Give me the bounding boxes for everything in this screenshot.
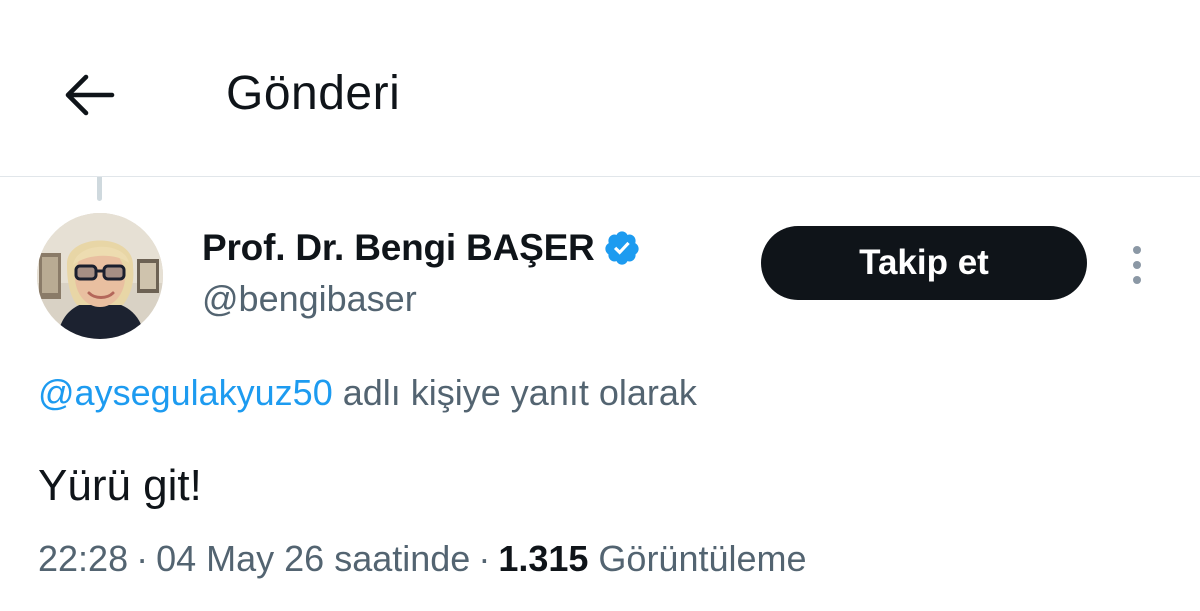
follow-button[interactable]: Takip et: [761, 226, 1087, 300]
more-vertical-icon-dot: [1133, 261, 1141, 269]
more-options-button[interactable]: [1120, 238, 1154, 292]
tweet-date-link[interactable]: 04 May 26 saatinde: [156, 538, 470, 579]
arrow-left-icon: [65, 74, 115, 116]
author-display-name: Prof. Dr. Bengi BAŞER: [202, 227, 595, 268]
top-bar: Gönderi: [0, 0, 1200, 177]
verified-badge-icon: [604, 231, 639, 265]
views-count: 1.315: [498, 538, 589, 579]
more-vertical-icon-dot: [1133, 276, 1141, 284]
tweet-text: Yürü git!: [38, 461, 202, 510]
meta-separator: ·: [136, 538, 149, 579]
back-button[interactable]: [48, 60, 128, 130]
thread-connector-line: [97, 177, 102, 201]
author-handle[interactable]: @bengibaser: [202, 278, 417, 320]
meta-separator: ·: [478, 538, 491, 579]
avatar[interactable]: [37, 213, 163, 339]
more-vertical-icon-dot: [1133, 246, 1141, 254]
reply-context-suffix: adlı kişiye yanıt olarak: [342, 372, 697, 413]
views-label: Görüntüleme: [598, 538, 807, 579]
profile-photo: [37, 213, 163, 339]
reply-to-handle-link[interactable]: @aysegulakyuz50: [38, 372, 333, 413]
tweet-time-link[interactable]: 22:28: [38, 538, 128, 579]
author-name-row[interactable]: Prof. Dr. Bengi BAŞER: [202, 222, 641, 274]
tweet-metadata: 22:28 · 04 May 26 saatinde · 1.315 Görüntüle…: [38, 538, 807, 580]
reply-context: @aysegulakyuz50 adlı kişiye yanıt olarak: [38, 372, 697, 414]
page-title: Gönderi: [226, 67, 401, 120]
